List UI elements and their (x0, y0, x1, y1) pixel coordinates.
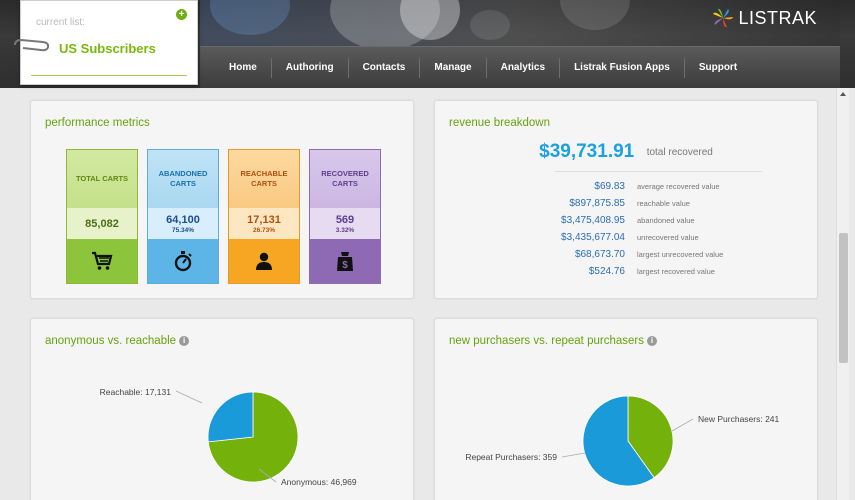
tile-icon-box (229, 239, 299, 283)
revenue-rows: $69.83 average recovered value $897,875.8… (435, 178, 835, 280)
nav-contacts[interactable]: Contacts (349, 58, 421, 78)
tile-value: 85,082 (85, 217, 119, 230)
total-carts-tile[interactable]: TOTAL CARTS 85,082 (66, 149, 138, 284)
performance-metrics-title: performance metrics (45, 117, 150, 129)
revenue-value: $69.83 (594, 181, 625, 192)
tile-percent: 26.73% (252, 226, 276, 234)
tile-icon-box: $ (310, 239, 380, 283)
svg-text:$: $ (342, 260, 348, 271)
current-list-card[interactable]: current list: US Subscribers + (14, 0, 198, 85)
tile-value-box: 85,082 (67, 208, 137, 239)
pie-slice-reachable[interactable] (207, 391, 254, 443)
anonymous-slice-label: Anonymous: 46,969 (281, 477, 357, 487)
logo-text: LISTRAK (738, 7, 817, 28)
revenue-value: $897,875.85 (569, 198, 625, 209)
repeat-purchasers-slice-label: Repeat Purchasers: 359 (465, 452, 557, 462)
anonymous-vs-reachable-panel: anonymous vs. reachable i Reachable: 17,1… (30, 318, 414, 500)
nav-home[interactable]: Home (215, 58, 272, 78)
tile-label: RECOVERED CARTS (310, 150, 380, 208)
revenue-value: $68,673.70 (574, 249, 625, 260)
revenue-row: $68,673.70 largest unrecovered value (435, 246, 835, 263)
current-list-underline (31, 75, 187, 76)
tile-icon-box (148, 239, 218, 283)
tile-value-box: 17,131 26.73% (229, 208, 299, 239)
reachable-slice-label: Reachable: 17,131 (100, 387, 172, 397)
money-bag-icon: $ (337, 252, 353, 271)
anonymous-vs-reachable-chart: Reachable: 17,131 Anonymous: 46,969 (100, 387, 357, 487)
revenue-value: $3,475,408.95 (561, 215, 625, 226)
tile-percent: 75.34% (171, 226, 195, 234)
revenue-row: $3,435,677.04 unrecovered value (435, 229, 835, 246)
revenue-breakdown-title: revenue breakdown (449, 117, 551, 129)
revenue-label: abandoned value (637, 216, 695, 225)
revenue-row: $897,875.85 reachable value (435, 195, 835, 212)
tile-value: 569 (335, 213, 355, 226)
tile-percent: 3.32% (335, 226, 355, 234)
revenue-total-label: total recovered (646, 146, 713, 158)
person-icon (256, 252, 272, 270)
abandoned-carts-tile[interactable]: ABANDONED CARTS 64,100 75.34% (147, 149, 219, 284)
performance-metrics-panel: performance metrics TOTAL CARTS 85,082 A… (30, 100, 414, 299)
vertical-scrollbar[interactable] (836, 88, 849, 500)
tile-icon-box (67, 239, 137, 283)
revenue-total-value: $39,731.91 (539, 141, 635, 162)
add-list-icon[interactable]: + (176, 9, 187, 20)
tile-value-box: 64,100 75.34% (148, 208, 218, 239)
tile-label: TOTAL CARTS (67, 150, 137, 208)
revenue-value: $3,435,677.04 (561, 232, 625, 243)
recovered-carts-tile[interactable]: RECOVERED CARTS 569 3.32% $ (309, 149, 381, 284)
tile-label: ABANDONED CARTS (148, 150, 218, 208)
new-vs-repeat-panel: new purchasers vs. repeat purchasers i Ne… (434, 318, 818, 500)
new-purchasers-leader-line (671, 418, 694, 432)
cart-icon (92, 251, 113, 270)
revenue-row: $3,475,408.95 abandoned value (435, 212, 835, 229)
tile-value: 17,131 (247, 213, 281, 226)
listrak-logo[interactable]: LISTRAK (712, 7, 817, 29)
paperclip-icon (14, 38, 50, 52)
scrollbar-thumb[interactable] (839, 233, 848, 363)
new-purchasers-slice-label: New Purchasers: 241 (698, 414, 780, 424)
stopwatch-icon (174, 251, 192, 272)
reachable-leader-line (175, 390, 203, 404)
revenue-label: largest unrecovered value (637, 250, 724, 259)
repeat-purchasers-leader-line (561, 452, 586, 458)
tile-value-box: 569 3.32% (310, 208, 380, 239)
nav-fusion-apps[interactable]: Listrak Fusion Apps (560, 58, 685, 78)
revenue-total-row: $39,731.91 total recovered (435, 141, 817, 163)
current-list-value[interactable]: US Subscribers (59, 41, 156, 56)
nav-analytics[interactable]: Analytics (487, 58, 561, 78)
nav-manage[interactable]: Manage (420, 58, 487, 78)
tile-value: 64,100 (166, 213, 200, 226)
app-header: LISTRAK Home Authoring Contacts Manage A… (0, 0, 855, 88)
tile-label: REACHABLE CARTS (229, 150, 299, 208)
revenue-divider (555, 171, 762, 172)
revenue-label: unrecovered value (637, 233, 699, 242)
revenue-row: $524.76 largest recovered value (435, 263, 835, 280)
window-edge (849, 88, 855, 500)
nav-authoring[interactable]: Authoring (272, 58, 349, 78)
nav-support[interactable]: Support (685, 58, 751, 78)
revenue-row: $69.83 average recovered value (435, 178, 835, 195)
current-list-label: current list: (36, 17, 85, 28)
listrak-logo-icon (713, 8, 734, 28)
reachable-carts-tile[interactable]: REACHABLE CARTS 17,131 26.73% (228, 149, 300, 284)
revenue-label: average recovered value (637, 182, 720, 191)
revenue-value: $524.76 (588, 266, 625, 277)
revenue-label: largest recovered value (637, 267, 715, 276)
scroll-up-arrow-icon[interactable] (840, 92, 846, 96)
main-nav: Home Authoring Contacts Manage Analytics… (200, 46, 840, 88)
header-decoration (470, 10, 510, 40)
revenue-label: reachable value (637, 199, 690, 208)
revenue-breakdown-panel: revenue breakdown $39,731.91 total recov… (434, 100, 818, 299)
new-vs-repeat-chart: New Purchasers: 241 Repeat Purchasers: 3… (465, 395, 780, 487)
